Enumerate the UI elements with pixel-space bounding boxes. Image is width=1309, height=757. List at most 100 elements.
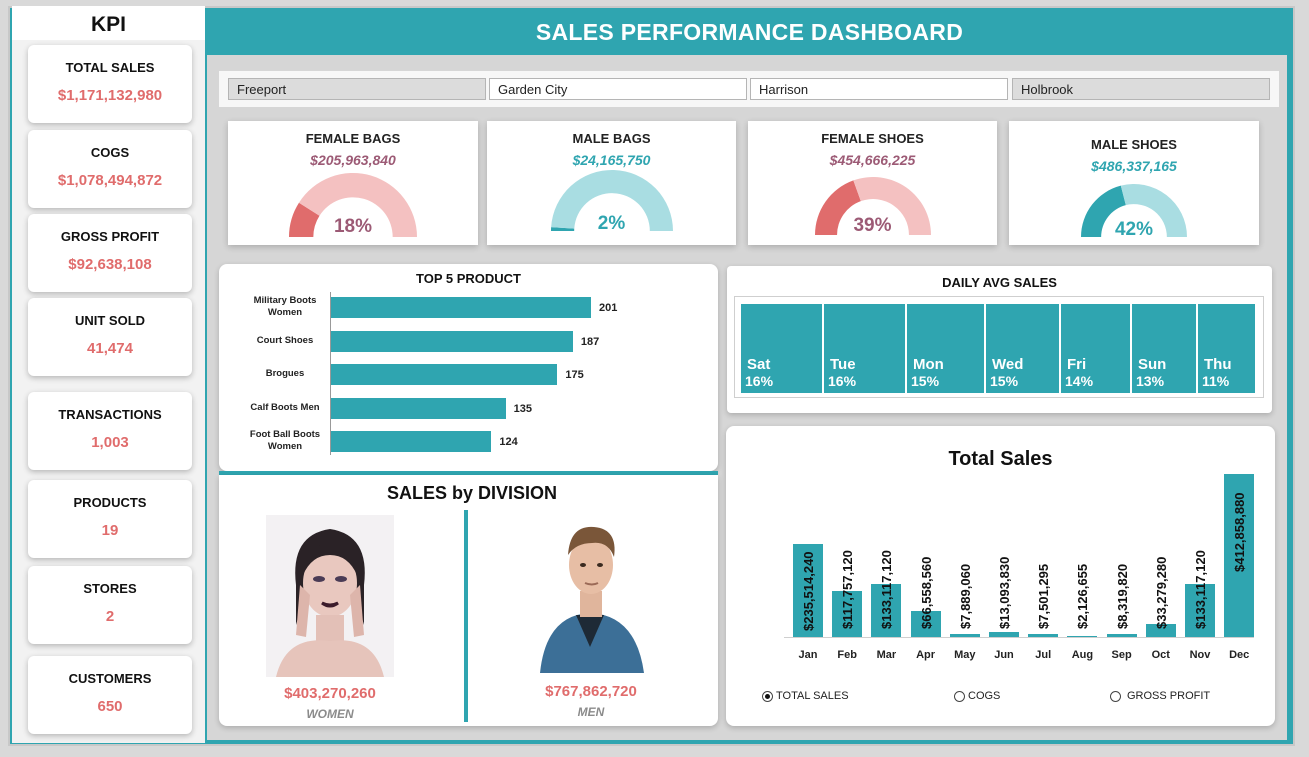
gauge-title: FEMALE SHOES	[821, 131, 924, 146]
month-label: Aug	[1071, 649, 1094, 661]
month-value-label: $133,117,120	[879, 550, 895, 629]
women-label: WOMEN	[306, 707, 354, 721]
product-bar	[331, 431, 492, 452]
kpi-value: $1,171,132,980	[57, 87, 163, 104]
day-percent: 15%	[911, 373, 940, 389]
daily-avg-box: Wed 15%	[986, 304, 1059, 393]
slicer-item-harrison[interactable]: Harrison	[750, 78, 1008, 100]
kpi-card-transactions: TRANSACTIONS 1,003	[28, 392, 192, 470]
slicer-item-garden-city[interactable]: Garden City	[489, 78, 747, 100]
kpi-card-customers: CUSTOMERS 650	[28, 656, 192, 734]
kpi-title: KPI	[12, 6, 205, 40]
radio-button[interactable]	[762, 690, 773, 702]
product-value: 135	[513, 402, 532, 415]
kpi-card-products: PRODUCTS 19	[28, 480, 192, 558]
kpi-value: 41,474	[87, 340, 133, 357]
product-bar	[331, 364, 558, 385]
gauge-percent: 2%	[597, 213, 626, 234]
month-label: Feb	[837, 649, 857, 661]
gauge-card-female-shoes: FEMALE SHOES $454,666,225 39%	[748, 121, 997, 245]
day-percent: 11%	[1202, 373, 1230, 389]
radio-gross-profit[interactable]: GROSS PROFIT	[1110, 690, 1210, 702]
product-label: Brogues	[265, 368, 305, 379]
gauge-percent: 39%	[853, 215, 892, 236]
month-label: May	[954, 649, 976, 661]
day-percent: 13%	[1136, 373, 1165, 389]
women-sales-value: $403,270,260	[284, 685, 376, 702]
division-separator	[464, 510, 468, 722]
radio-label: GROSS PROFIT	[1127, 690, 1211, 702]
product-label: Foot Ball Boots Women	[249, 429, 321, 452]
month-bar	[989, 631, 1019, 637]
month-label: Dec	[1229, 649, 1250, 661]
product-label: Calf Boots Men	[250, 401, 320, 413]
kpi-card-gross-profit: GROSS PROFIT $92,638,108	[28, 214, 192, 292]
division-panel: SALES by DIVISION $403,270,260 WOMEN $76…	[219, 475, 718, 726]
daily-avg-panel: DAILY AVG SALES Sat 16% Tue 16% Mon 15% Wed 15%…	[727, 266, 1272, 413]
month-value-label: $7,889,060	[957, 563, 973, 629]
month-value-label: $235,514,240	[801, 551, 816, 631]
men-photo	[532, 515, 650, 673]
gauge-percent: 18%	[333, 216, 373, 237]
month-value-label: $7,501,295	[1036, 563, 1052, 629]
month-bar	[949, 633, 980, 637]
kpi-label: UNIT SOLD	[74, 313, 146, 328]
month-bar	[1106, 633, 1137, 637]
radio-cogs[interactable]: COGS	[954, 690, 1000, 702]
product-bar	[331, 397, 506, 419]
radio-button[interactable]	[1110, 690, 1121, 702]
daily-avg-title: DAILY AVG SALES	[942, 275, 1057, 290]
radio-button[interactable]	[954, 690, 965, 702]
month-bar	[1067, 636, 1098, 637]
slicer-item-holbrook[interactable]: Holbrook	[1012, 78, 1270, 100]
daily-avg-box: Sat 16%	[741, 304, 822, 393]
kpi-label: TOTAL SALES	[65, 60, 155, 75]
kpi-value: 650	[97, 698, 123, 715]
gauge-percent: 42%	[1114, 219, 1154, 240]
month-value-label: $2,126,655	[1075, 563, 1091, 629]
radio-label: COGS	[968, 690, 1001, 702]
kpi-value: 19	[101, 522, 119, 539]
men-label: MEN	[577, 705, 605, 719]
kpi-panel: KPI TOTAL SALES $1,171,132,980 COGS $1,0…	[12, 6, 205, 743]
month-label: Apr	[916, 649, 936, 661]
kpi-value: $1,078,494,872	[57, 172, 163, 189]
month-value-label: $412,858,880	[1232, 492, 1248, 572]
day-percent: 16%	[828, 373, 857, 389]
month-label: Jul	[1035, 649, 1052, 661]
men-sales-value: $767,862,720	[545, 683, 637, 700]
day-name: Mon	[913, 356, 944, 373]
radio-total-sales[interactable]: TOTAL SALES	[762, 690, 849, 702]
month-value-label: $13,093,830	[997, 556, 1012, 629]
x-axis-line	[784, 637, 1254, 638]
month-label: Mar	[876, 649, 897, 661]
daily-avg-box: Fri 14%	[1061, 304, 1130, 393]
women-photo	[266, 515, 394, 677]
radio-label: TOTAL SALES	[776, 690, 849, 702]
product-value: 201	[599, 302, 618, 314]
monthly-sales-panel: Total Sales $235,514,240 Jan $117,757,120 F…	[726, 426, 1275, 726]
month-label: Jun	[994, 649, 1014, 661]
month-value-label: $8,319,820	[1114, 563, 1130, 629]
product-bar	[331, 297, 591, 318]
product-label: Court Shoes	[256, 334, 314, 346]
day-percent: 16%	[745, 373, 774, 389]
gauge-card-male-bags: MALE BAGS $24,165,750 2%	[487, 121, 736, 245]
product-value: 175	[565, 369, 584, 381]
gauge-title: FEMALE BAGS	[305, 131, 401, 146]
kpi-value: 1,003	[91, 434, 129, 451]
daily-avg-box: Thu 11%	[1198, 304, 1255, 393]
product-label: Military Boots Women	[253, 295, 317, 318]
kpi-label: TRANSACTIONS	[58, 407, 162, 422]
day-name: Sun	[1138, 356, 1167, 373]
day-percent: 14%	[1065, 373, 1094, 389]
kpi-label: COGS	[90, 145, 130, 160]
daily-avg-box: Tue 16%	[824, 304, 905, 393]
slicer-item-freeport[interactable]: Freeport	[228, 78, 486, 100]
gauge-card-male-shoes: MALE SHOES $486,337,165 42%	[1009, 121, 1259, 245]
month-value-label: $133,117,120	[1193, 550, 1208, 629]
kpi-card-stores: STORES 2	[28, 566, 192, 644]
day-name: Wed	[992, 356, 1024, 373]
division-title: SALES by DIVISION	[387, 483, 558, 503]
daily-avg-box: Mon 15%	[907, 304, 984, 393]
